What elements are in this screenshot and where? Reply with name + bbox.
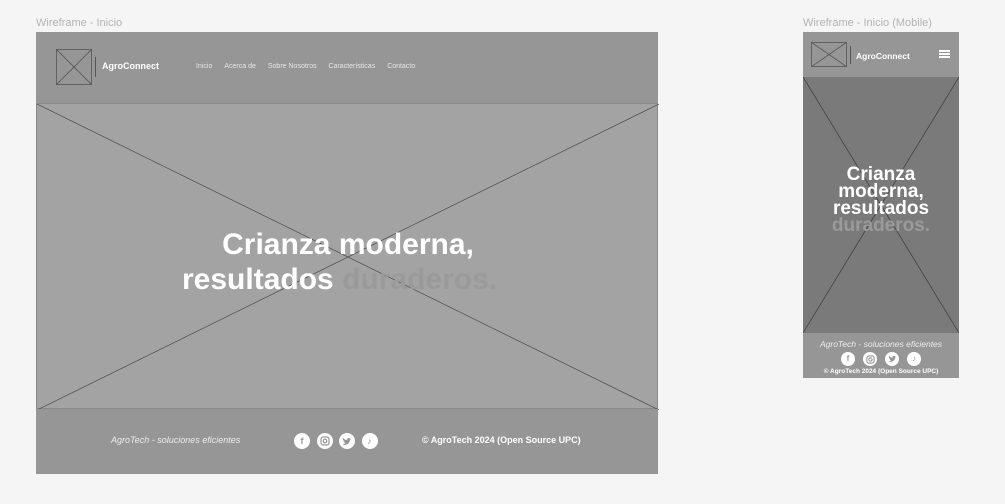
social-links: f ♪ [294, 433, 384, 449]
mobile-hero-headline: Crianza moderna, resultados duraderos. [803, 165, 959, 236]
nav-item-caracteristicas[interactable]: Características [329, 63, 376, 70]
footer: AgroTech - soluciones eficientes f ♪ © A… [36, 409, 658, 474]
mobile-social-links: f ♪ [841, 352, 929, 366]
hero-headline: Crianza moderna, resultados duraderos. [37, 227, 659, 297]
mobile-footer-tagline: AgroTech - soluciones eficientes [819, 339, 943, 349]
mobile-brand-name[interactable]: AgroConnect [856, 51, 910, 61]
mobile-twitter-icon[interactable] [885, 352, 899, 366]
nav-item-sobre-nosotros[interactable]: Sobre Nosotros [268, 63, 317, 70]
nav-item-contacto[interactable]: Contacto [387, 63, 415, 70]
nav-item-acerca-de[interactable]: Acerca de [224, 63, 256, 70]
logo-placeholder-icon[interactable] [56, 49, 92, 85]
mobile-frame-label: Wireframe - Inicio (Mobile) [803, 17, 932, 29]
desktop-frame-label: Wireframe - Inicio [36, 17, 123, 29]
footer-copyright: © AgroTech 2024 (Open Source UPC) [422, 435, 581, 445]
mobile-logo-divider [850, 46, 851, 64]
nav-item-inicio[interactable]: Inicio [196, 63, 212, 70]
desktop-wireframe: AgroConnect Inicio Acerca de Sobre Nosot… [36, 32, 659, 474]
tiktok-icon[interactable]: ♪ [361, 433, 378, 449]
mobile-hero-section: Crianza moderna, resultados duraderos. [803, 77, 959, 333]
hamburger-menu-icon[interactable] [939, 50, 950, 58]
logo-divider [95, 57, 96, 77]
mobile-footer-copyright: © AgroTech 2024 (Open Source UPC) [823, 368, 939, 375]
mobile-navbar: AgroConnect [803, 32, 959, 77]
instagram-icon[interactable] [316, 433, 333, 449]
facebook-icon[interactable]: f [294, 433, 310, 449]
mobile-logo-placeholder-icon[interactable] [811, 42, 847, 67]
footer-tagline: AgroTech - soluciones eficientes [111, 435, 241, 445]
mobile-hero-line-4-accent: duraderos. [831, 215, 931, 236]
brand-name[interactable]: AgroConnect [102, 61, 159, 71]
mobile-tiktok-icon[interactable]: ♪ [907, 352, 921, 366]
hero-line-2-main: resultados [182, 263, 334, 296]
navbar: AgroConnect Inicio Acerca de Sobre Nosot… [36, 32, 658, 103]
mobile-footer: AgroTech - soluciones eficientes f ♪ © A… [803, 333, 959, 378]
mobile-instagram-icon[interactable] [863, 352, 877, 366]
mobile-facebook-icon[interactable]: f [841, 352, 855, 366]
hero-line-1: Crianza moderna, [222, 228, 474, 261]
hero-line-2-accent: duraderos. [342, 263, 498, 296]
nav-links: Inicio Acerca de Sobre Nosotros Caracter… [196, 63, 427, 70]
hero-section: Crianza moderna, resultados duraderos. [36, 103, 659, 410]
twitter-icon[interactable] [339, 433, 355, 449]
mobile-wireframe: AgroConnect Crianza moderna, resultados … [803, 32, 959, 378]
